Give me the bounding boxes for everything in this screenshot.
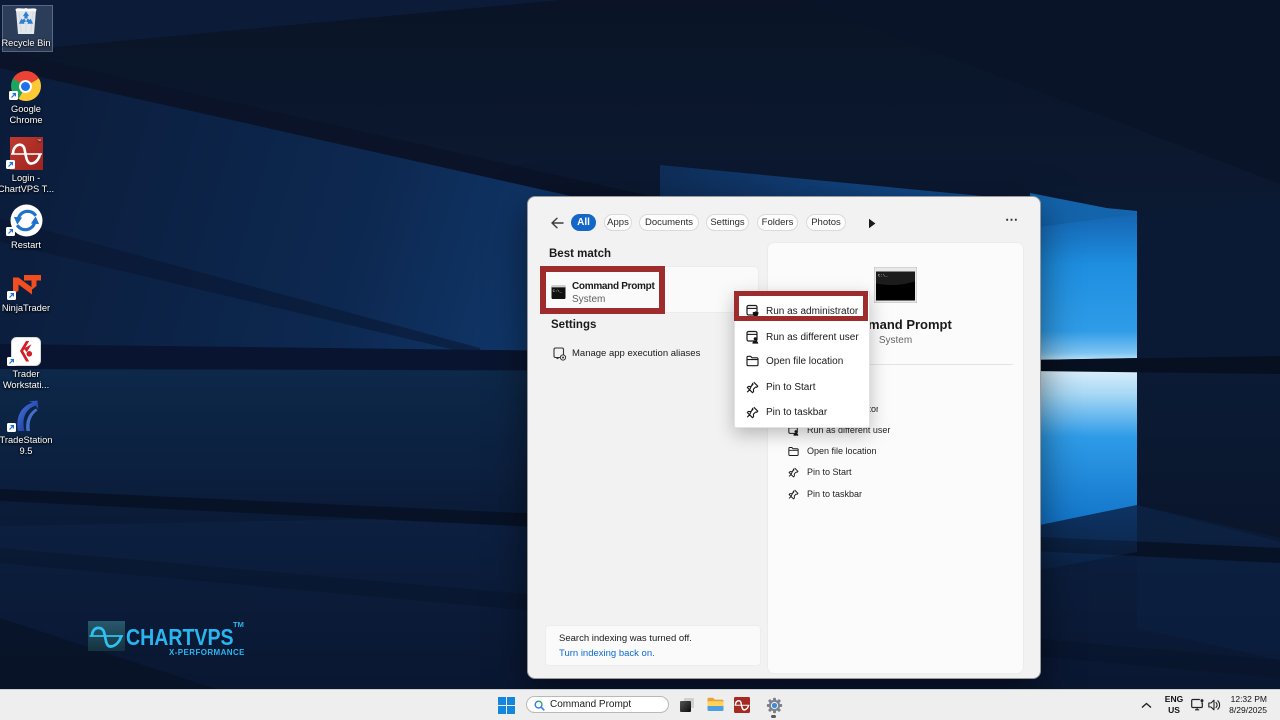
svg-text:C:\_: C:\_ (878, 274, 888, 279)
svg-text:™: ™ (37, 138, 41, 143)
